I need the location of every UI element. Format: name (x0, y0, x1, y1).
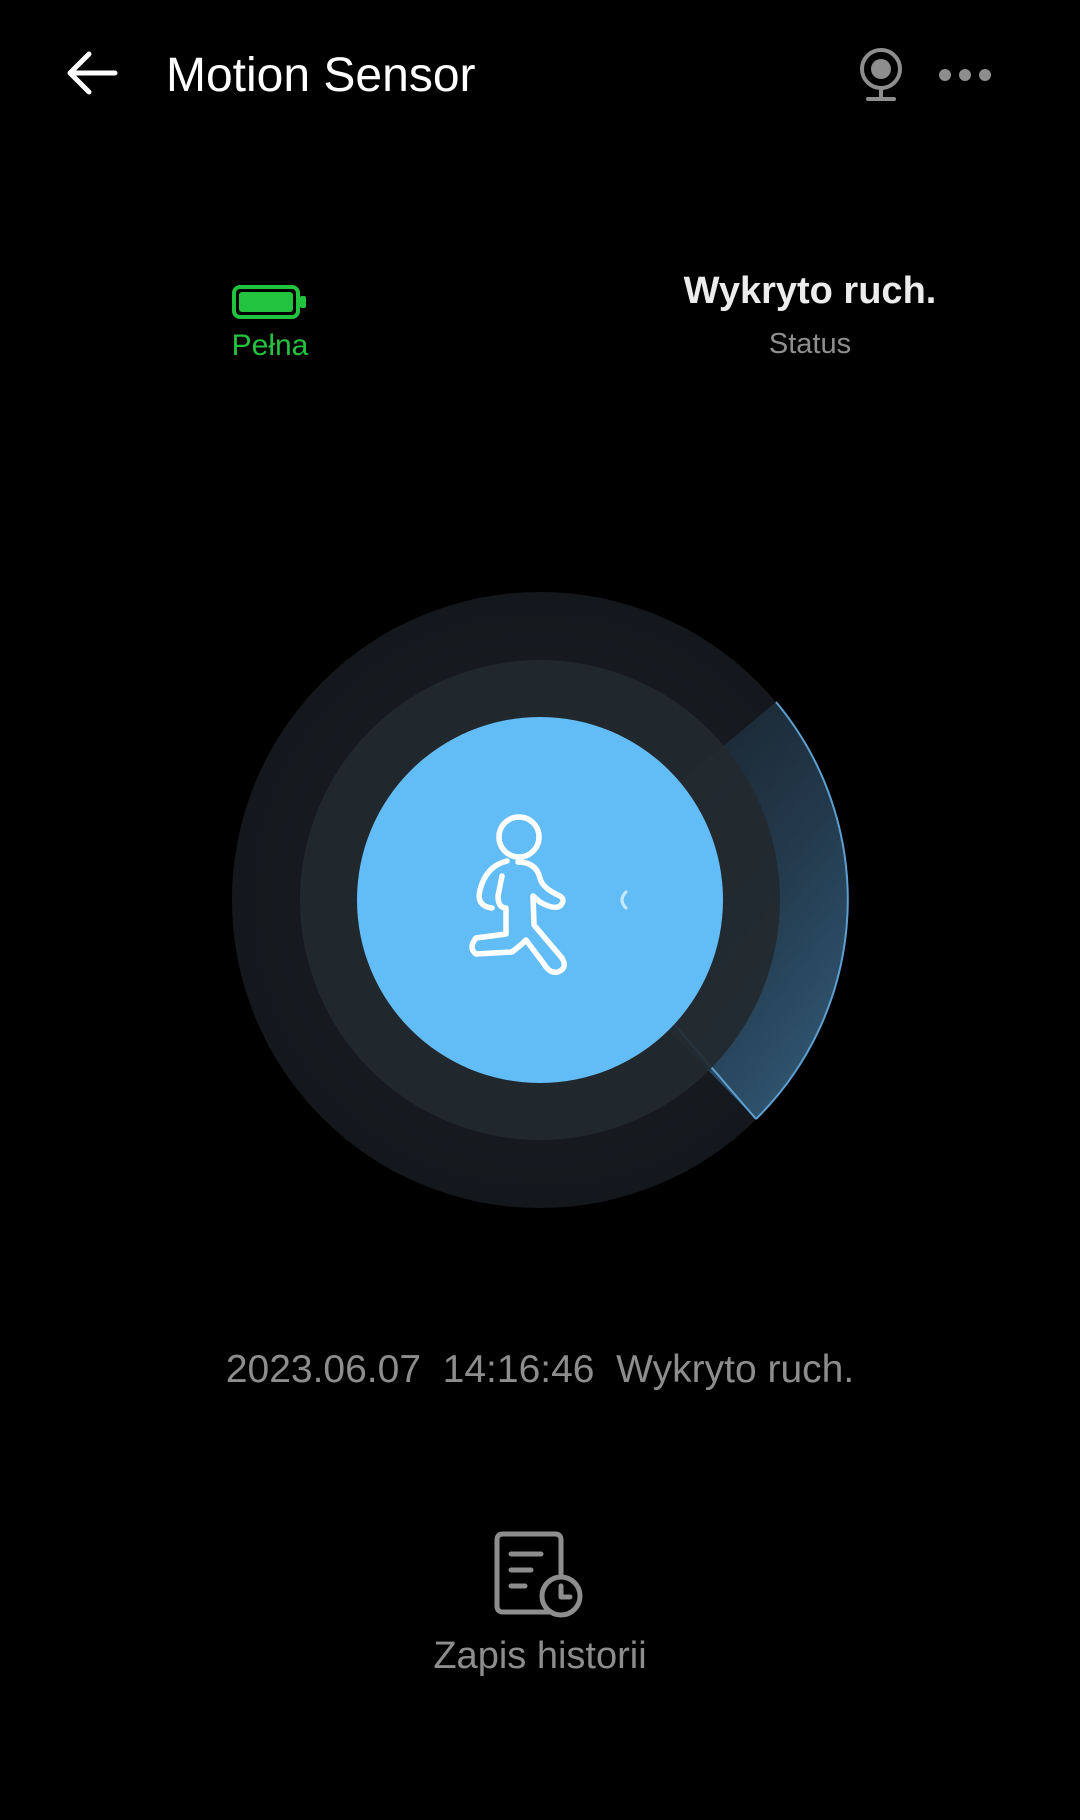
motion-radar (230, 590, 850, 1210)
motion-status: Wykryto ruch. Status (620, 266, 1000, 366)
history-button[interactable]: Zapis historii (380, 1522, 700, 1682)
battery-indicator: Pełna (170, 278, 370, 368)
history-label: Zapis historii (433, 1635, 647, 1677)
battery-level-label: Pełna (231, 329, 309, 362)
status-label: Status (768, 328, 852, 360)
last-event-text: 2023.06.07 14:16:46 Wykryto ruch. (225, 1348, 855, 1391)
arrow-left-icon (63, 49, 119, 102)
more-options-button[interactable] (932, 44, 998, 110)
status-value: Wykryto ruch. (683, 270, 937, 312)
back-button[interactable] (56, 40, 126, 110)
page-title: Motion Sensor (166, 49, 476, 102)
webcam-icon (855, 47, 907, 108)
battery-full-icon (232, 284, 308, 325)
camera-button[interactable] (848, 44, 914, 110)
more-horizontal-icon (938, 68, 992, 87)
history-log-icon (493, 1530, 587, 1625)
app-header: Motion Sensor (0, 0, 1080, 160)
